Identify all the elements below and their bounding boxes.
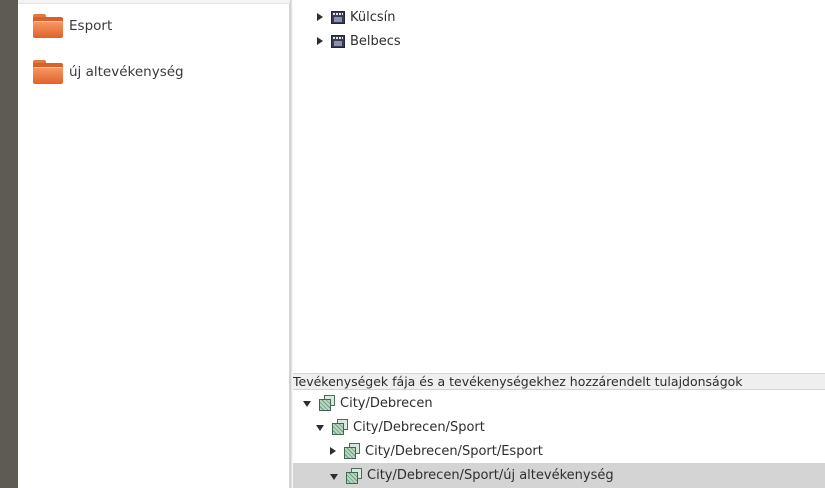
folder-icon bbox=[32, 13, 64, 39]
desktop-edge bbox=[0, 0, 18, 488]
activity-tree-item-sport[interactable]: City/Debrecen/Sport bbox=[316, 416, 825, 438]
folder-label: Esport bbox=[69, 18, 113, 34]
activity-tree-item-esport[interactable]: City/Debrecen/Sport/Esport bbox=[330, 440, 825, 462]
expand-arrow-icon[interactable] bbox=[317, 37, 323, 45]
activity-icon bbox=[344, 443, 360, 459]
activity-icon bbox=[332, 419, 348, 435]
activity-icon bbox=[346, 467, 362, 484]
tree-item-label: Külcsín bbox=[350, 9, 396, 25]
activity-tree-label: City/Debrecen/Sport/új altevékenység bbox=[367, 468, 614, 483]
activity-tree-label: City/Debrecen/Sport bbox=[353, 419, 485, 435]
left-file-panel: Esport új altevékenység bbox=[18, 0, 290, 488]
film-icon bbox=[331, 34, 345, 48]
collapse-arrow-icon[interactable] bbox=[330, 473, 338, 480]
tree-item-kulcsin[interactable]: Külcsín bbox=[317, 6, 396, 28]
tree-item-belbecs[interactable]: Belbecs bbox=[317, 30, 401, 52]
activity-icon bbox=[319, 395, 335, 411]
folder-label: új altevékenység bbox=[69, 64, 184, 80]
properties-panel-header: Tevékenységek fája és a tevékenységekhez… bbox=[293, 373, 825, 390]
activity-tree-item-debrecen[interactable]: City/Debrecen bbox=[303, 392, 825, 414]
panel-top-border bbox=[18, 0, 290, 4]
right-content-area: Külcsín Belbecs Tevékenységek fája és a … bbox=[293, 0, 825, 488]
collapse-arrow-icon[interactable] bbox=[303, 401, 311, 407]
activity-tree-label: City/Debrecen/Sport/Esport bbox=[365, 443, 543, 459]
collapse-arrow-icon[interactable] bbox=[316, 425, 324, 431]
folder-item-uj-altevekenyseg[interactable]: új altevékenység bbox=[32, 56, 184, 88]
film-icon bbox=[331, 10, 345, 24]
activity-tree-label: City/Debrecen bbox=[340, 395, 433, 411]
activity-tree-item-uj-altevekenyseg[interactable]: City/Debrecen/Sport/új altevékenység bbox=[293, 463, 825, 488]
folder-icon bbox=[32, 59, 64, 85]
folder-item-esport[interactable]: Esport bbox=[32, 10, 112, 42]
expand-arrow-icon[interactable] bbox=[330, 447, 336, 455]
expand-arrow-icon[interactable] bbox=[317, 13, 323, 21]
tree-item-label: Belbecs bbox=[350, 33, 401, 49]
